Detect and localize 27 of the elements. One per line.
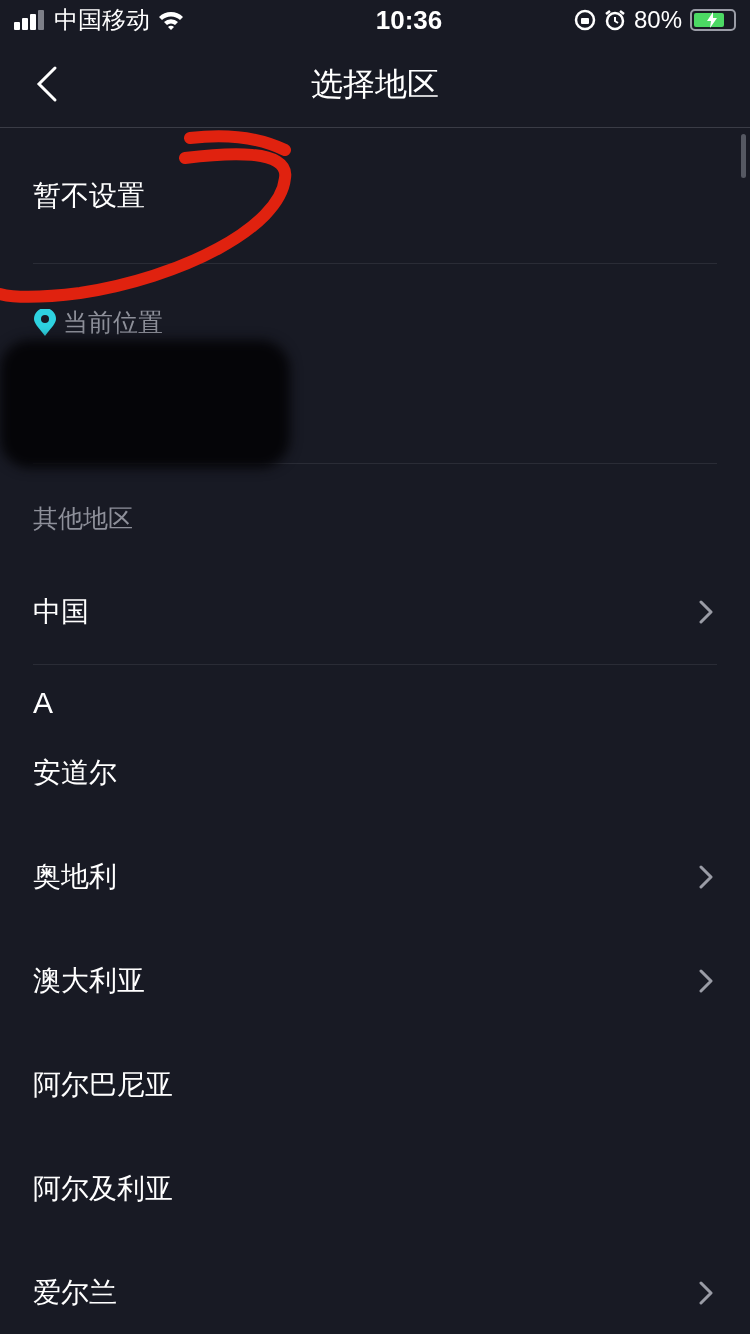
battery-percent: 80% — [633, 5, 682, 35]
location-pin-icon — [33, 308, 57, 337]
back-icon[interactable] — [36, 64, 58, 103]
clock-time: 10:36 — [375, 3, 443, 37]
wifi-icon — [158, 10, 184, 30]
scrollbar-icon — [741, 134, 746, 178]
country-item[interactable]: 奥地利 — [33, 824, 717, 929]
rotation-lock-icon — [573, 9, 596, 31]
group-header: A — [33, 685, 53, 721]
country-item[interactable]: 爱尔兰 — [33, 1240, 717, 1334]
chevron-right-icon — [699, 968, 713, 993]
country-item[interactable]: 阿尔及利亚 — [33, 1136, 717, 1241]
signal-icon — [14, 10, 46, 30]
list-item[interactable]: 暂不设置 — [33, 174, 145, 217]
alarm-icon — [603, 9, 626, 31]
country-item[interactable]: 澳大利亚 — [33, 928, 717, 1033]
chevron-right-icon — [699, 1280, 713, 1305]
section-label: 其他地区 — [33, 504, 133, 532]
section-label: 当前位置 — [63, 307, 163, 338]
chevron-right-icon — [699, 599, 713, 624]
page-title: 选择地区 — [311, 64, 439, 104]
carrier-name: 中国移动 — [54, 5, 150, 35]
country-item[interactable]: 安道尔 — [33, 720, 717, 825]
country-item[interactable]: 中国 — [33, 559, 717, 664]
battery-icon — [690, 9, 736, 31]
country-item[interactable]: 阿尔巴尼亚 — [33, 1032, 717, 1137]
chevron-right-icon — [699, 864, 713, 889]
